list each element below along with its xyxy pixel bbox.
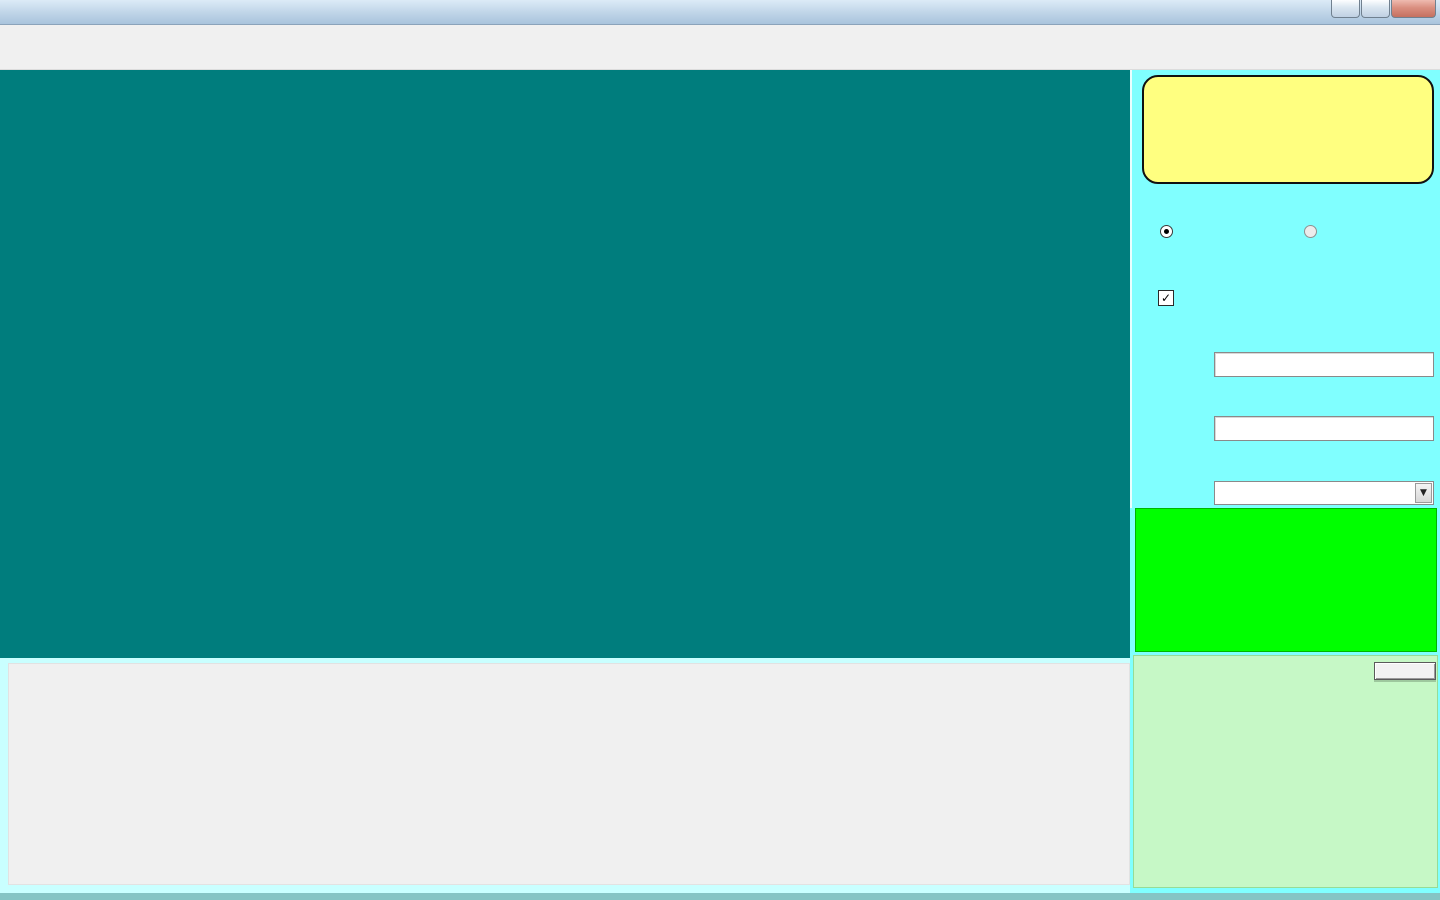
trend-chart xyxy=(8,663,1130,885)
toolbar xyxy=(0,25,1440,70)
title-bar xyxy=(0,0,1440,25)
stage-grid xyxy=(0,70,1130,658)
radio-auto-test-icon[interactable] xyxy=(1304,225,1317,238)
restore-button[interactable] xyxy=(1361,0,1390,18)
window-controls xyxy=(1330,0,1436,18)
bad-continue-row[interactable]: ✓ xyxy=(1158,290,1181,306)
chevron-down-icon[interactable]: ▼ xyxy=(1415,483,1432,503)
control-panel: ✓ ▼ xyxy=(1130,70,1440,508)
radio-standard-test-icon[interactable] xyxy=(1160,225,1173,238)
chart-band xyxy=(0,658,1130,893)
status-bar xyxy=(0,893,1440,900)
start-button[interactable] xyxy=(1135,508,1437,652)
efficiency-bar-chart xyxy=(1134,656,1439,889)
mode-auto[interactable] xyxy=(1304,225,1324,238)
user-input[interactable] xyxy=(1214,352,1434,377)
status-display xyxy=(1142,75,1434,184)
mode-standard[interactable] xyxy=(1160,225,1180,238)
model-select[interactable]: ▼ xyxy=(1214,481,1434,505)
clear-button[interactable] xyxy=(1374,662,1436,680)
close-button[interactable] xyxy=(1391,0,1436,18)
stats-panel xyxy=(1133,655,1438,888)
code-input[interactable] xyxy=(1214,416,1434,441)
bad-continue-checkbox[interactable]: ✓ xyxy=(1158,290,1174,306)
minimize-button[interactable] xyxy=(1331,0,1360,18)
